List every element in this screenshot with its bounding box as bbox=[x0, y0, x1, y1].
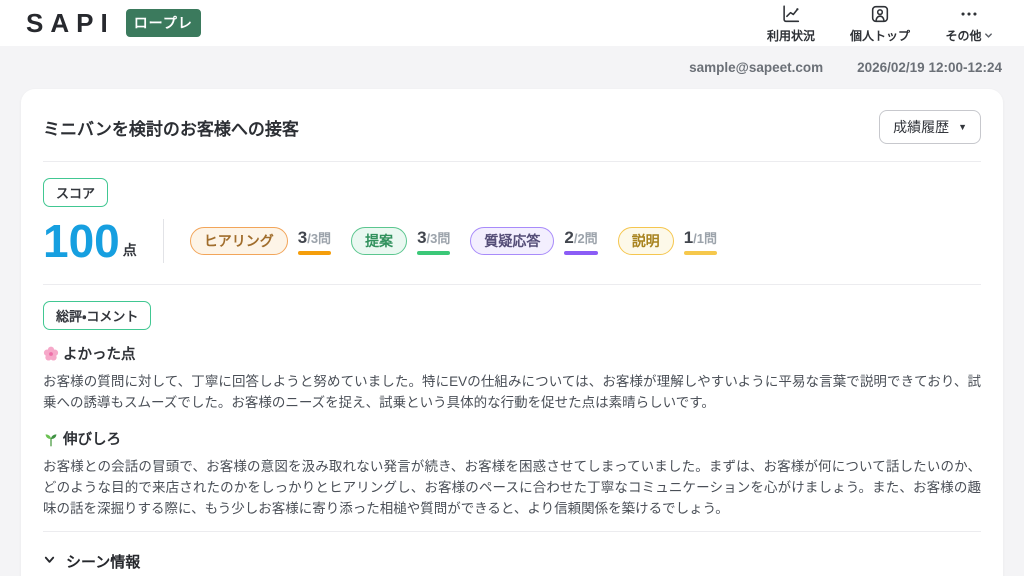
category-correct-count: 3 bbox=[417, 228, 426, 248]
comment-section-badge: 総評・コメント bbox=[43, 301, 151, 330]
score-section-badge: スコア bbox=[43, 178, 108, 207]
app-logo-badge: ロープレ bbox=[126, 9, 201, 37]
app-logo-text: SAPI bbox=[26, 8, 115, 39]
category-item: 説明 1 /1問 bbox=[618, 227, 717, 255]
good-points-heading: よかった点 bbox=[43, 343, 981, 364]
cherry-blossom-icon bbox=[43, 346, 59, 362]
divider bbox=[43, 531, 981, 532]
good-points-heading-text: よかった点 bbox=[63, 343, 136, 364]
nav-label-usage: 利用状況 bbox=[767, 27, 815, 44]
category-underline-bar bbox=[564, 251, 597, 255]
good-points-body: お客様の質問に対して、丁寧に回答しようと努めていました。特にEVの仕組みについて… bbox=[43, 371, 981, 413]
page-title: ミニバンを検討のお客様への接客 bbox=[43, 115, 299, 140]
top-nav: 利用状況 個人トップ その他 bbox=[762, 3, 998, 44]
category-correct-count: 2 bbox=[564, 228, 573, 248]
score-row: 100 点 ヒアリング 3 /3問 提案 3 /3問 質疑応答 2 bbox=[43, 218, 981, 264]
total-score: 100 点 bbox=[43, 218, 137, 264]
category-correct-count: 3 bbox=[298, 228, 307, 248]
divider bbox=[43, 161, 981, 162]
category-item: 質疑応答 2 /2問 bbox=[470, 227, 597, 255]
person-card-icon bbox=[869, 3, 891, 25]
scene-info-toggle[interactable]: シーン情報 bbox=[43, 551, 140, 572]
seedling-icon bbox=[43, 431, 59, 447]
caret-down-icon: ▼ bbox=[958, 122, 967, 132]
category-fraction: 3 /3問 bbox=[298, 228, 331, 248]
chart-line-icon bbox=[780, 3, 802, 25]
session-meta-row: sample@sapeet.com 2026/02/19 12:00-12:24 bbox=[0, 46, 1024, 89]
vertical-divider bbox=[163, 219, 164, 263]
nav-label-others-wrap: 個人トップ bbox=[850, 27, 910, 44]
growth-points-heading: 伸びしろ bbox=[43, 428, 981, 449]
category-underline-bar bbox=[298, 251, 331, 255]
category-fraction: 2 /2問 bbox=[564, 228, 597, 248]
top-header: SAPI ロープレ 利用状況 個人トップ bbox=[0, 0, 1024, 46]
category-score: 3 /3問 bbox=[417, 228, 450, 255]
nav-item-usage[interactable]: 利用状況 bbox=[762, 3, 820, 44]
app-logo[interactable]: SAPI ロープレ bbox=[26, 8, 201, 39]
ellipsis-icon bbox=[958, 3, 980, 25]
category-score: 1 /1問 bbox=[684, 228, 717, 255]
category-score: 2 /2問 bbox=[564, 228, 597, 255]
nav-item-personal-top[interactable]: 個人トップ bbox=[850, 3, 910, 44]
nav-item-more[interactable]: その他 bbox=[940, 3, 998, 44]
category-total-count: /3問 bbox=[427, 228, 451, 247]
category-score: 3 /3問 bbox=[298, 228, 331, 255]
chevron-down-icon bbox=[43, 553, 56, 570]
category-item: ヒアリング 3 /3問 bbox=[190, 227, 331, 255]
card-title-row: ミニバンを検討のお客様への接客 成績履歴 ▼ bbox=[43, 110, 981, 144]
user-email: sample@sapeet.com bbox=[689, 60, 823, 75]
total-score-unit: 点 bbox=[123, 240, 137, 260]
category-list: ヒアリング 3 /3問 提案 3 /3問 質疑応答 2 /2問 bbox=[190, 227, 717, 255]
category-total-count: /3問 bbox=[307, 228, 331, 247]
category-underline-bar bbox=[684, 251, 717, 255]
scene-info-heading: シーン情報 bbox=[66, 551, 140, 572]
history-dropdown-label: 成績履歴 bbox=[893, 117, 949, 137]
nav-label-personal-top: 個人トップ bbox=[850, 27, 910, 44]
nav-label-more: その他 bbox=[945, 27, 981, 44]
history-dropdown-button[interactable]: 成績履歴 ▼ bbox=[879, 110, 981, 144]
growth-points-heading-text: 伸びしろ bbox=[63, 428, 121, 449]
category-total-count: /2問 bbox=[574, 228, 598, 247]
category-pill: 説明 bbox=[618, 227, 674, 255]
category-total-count: /1問 bbox=[693, 228, 717, 247]
growth-points-body: お客様との会話の冒頭で、お客様の意図を汲み取れない発言が続き、お客様を困惑させて… bbox=[43, 456, 981, 519]
result-card: ミニバンを検討のお客様への接客 成績履歴 ▼ スコア 100 点 ヒアリング 3… bbox=[21, 89, 1003, 576]
category-correct-count: 1 bbox=[684, 228, 693, 248]
category-fraction: 3 /3問 bbox=[417, 228, 450, 248]
total-score-value: 100 bbox=[43, 218, 120, 264]
category-item: 提案 3 /3問 bbox=[351, 227, 450, 255]
session-datetime: 2026/02/19 12:00-12:24 bbox=[857, 60, 1002, 75]
category-pill: 提案 bbox=[351, 227, 407, 255]
chevron-down-icon bbox=[984, 31, 993, 40]
category-fraction: 1 /1問 bbox=[684, 228, 717, 248]
category-underline-bar bbox=[417, 251, 450, 255]
category-pill: 質疑応答 bbox=[470, 227, 554, 255]
category-pill: ヒアリング bbox=[190, 227, 288, 255]
divider bbox=[43, 284, 981, 285]
